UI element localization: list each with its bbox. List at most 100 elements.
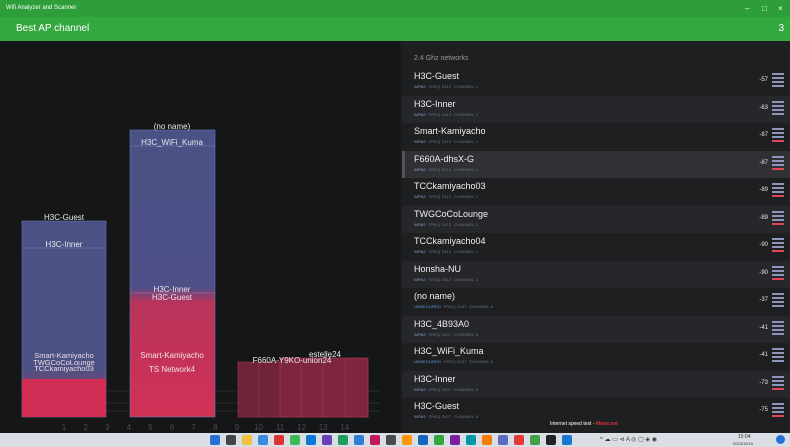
app-icon[interactable] [530, 435, 540, 445]
network-channel: CHANNEL 6 [454, 386, 479, 392]
network-frequency: FREQ 2437 [428, 386, 452, 392]
signal-strength: -73 [759, 379, 768, 386]
app-icon[interactable] [322, 435, 332, 445]
app-icon[interactable] [338, 435, 348, 445]
security-badge: WPA2 [414, 221, 426, 227]
signal-bars-icon [772, 238, 784, 254]
channel-12-bar[interactable] [279, 357, 369, 418]
network-frequency: FREQ 2412 [428, 249, 452, 254]
selection-indicator [402, 150, 405, 178]
network-details: WPA2 FREQ 2412 CHANNEL 1 [414, 139, 478, 144]
network-row[interactable]: F660A-dhsX-G WPA2 FREQ 2412 CHANNEL 1 -87 [402, 150, 790, 178]
network-details: UNSECURED FREQ 2437 CHANNEL 6 [414, 304, 493, 309]
app-icon[interactable] [386, 435, 396, 445]
wifi-analyzer-icon[interactable] [434, 435, 444, 445]
signal-strength: -57 [759, 77, 768, 83]
tray-icons[interactable]: ^ ☁ ▭ ⊲ A ◎ ▢ ◈ ◉ [600, 436, 657, 443]
signal-strength: -89 [759, 187, 768, 193]
speedtest-link[interactable]: Meter.net [596, 421, 618, 427]
app-icon[interactable] [498, 435, 508, 445]
maximize-button[interactable]: □ [762, 0, 767, 17]
channel-tick-label: 14 [340, 423, 349, 432]
app-icon[interactable] [354, 435, 364, 445]
app-icon[interactable] [466, 435, 476, 445]
app-icon[interactable] [482, 435, 492, 445]
network-row[interactable]: TCCkamiyacho03 WPA2 FREQ 2412 CHANNEL 1 -8… [402, 178, 790, 205]
app-icon[interactable] [514, 435, 524, 445]
network-row[interactable]: TCCkamiyacho04 WPA2 FREQ 2412 CHANNEL 1 -9… [402, 233, 790, 260]
network-frequency: FREQ 2412 [428, 111, 452, 117]
start-icon[interactable] [210, 435, 220, 445]
network-list[interactable]: 2.4 Ghz networks H3C-Guest WPA2 FREQ 2412… [402, 41, 790, 433]
app-icon[interactable] [546, 435, 556, 445]
app-icon[interactable] [418, 435, 428, 445]
channel-tick-label: 4 [127, 423, 132, 432]
bar-label: Smart-Kamiyacho [140, 351, 204, 360]
taskbar: ^ ☁ ▭ ⊲ A ◎ ▢ ◈ ◉ 15:04 2023/10/19 [0, 433, 790, 447]
network-row[interactable]: Honsha-NU WPA2 FREQ 2412 CHANNEL 1 -90 [402, 260, 790, 288]
signal-bars-icon [772, 155, 784, 172]
network-row[interactable]: H3C-Guest WPA2 FREQ 2412 CHANNEL 1 -57 [402, 68, 790, 95]
network-channel: CHANNEL 1 [454, 84, 479, 89]
app-icon[interactable] [274, 435, 284, 445]
channel-axis: 1 2 3 4 5 6 7 8 9 10 11 12 13 14 [62, 423, 350, 432]
signal-strength: -63 [759, 104, 768, 111]
clock-date[interactable]: 2023/10/19 [733, 441, 753, 446]
app-icon[interactable] [306, 435, 316, 445]
network-frequency: FREQ 2412 [428, 221, 452, 227]
network-frequency: FREQ 2412 [428, 166, 452, 172]
network-frequency: FREQ 2437 [443, 359, 467, 364]
app-icon[interactable] [290, 435, 300, 445]
security-badge: WPA2 [414, 194, 426, 199]
bar-label: H3C-Guest [152, 293, 193, 302]
network-row[interactable]: H3C_4B93A0 WPA2 FREQ 2437 CHANNEL 6 -41 [402, 315, 790, 343]
network-name: H3C_4B93A0 [414, 318, 470, 329]
signal-bars-icon [772, 348, 784, 364]
network-row[interactable]: H3C-Inner WPA2 FREQ 2412 CHANNEL 1 -63 [402, 95, 790, 123]
network-frequency: FREQ 2437 [443, 304, 467, 309]
network-channel: CHANNEL 1 [454, 221, 479, 227]
minimize-button[interactable]: – [745, 0, 749, 17]
app-title: Wifi Analyzer and Scanner [6, 5, 77, 11]
app-icon[interactable] [370, 435, 380, 445]
explorer-icon[interactable] [242, 435, 252, 445]
browser-icon[interactable] [258, 435, 268, 445]
channel-tick-label: 12 [297, 423, 306, 432]
network-row[interactable]: H3C-Inner WPA2 FREQ 2437 CHANNEL 6 -73 [402, 370, 790, 398]
network-channel: CHANNEL 1 [454, 276, 479, 282]
signal-bars-icon [772, 210, 784, 227]
network-frequency: FREQ 2412 [428, 276, 452, 282]
network-details: UNSECURED FREQ 2437 CHANNEL 6 [414, 359, 493, 364]
app-header: Best AP channel 3 [0, 17, 790, 41]
network-row[interactable]: (no name) UNSECURED FREQ 2437 CHANNEL 6 -3… [402, 288, 790, 315]
app-icon[interactable] [562, 435, 572, 445]
signal-bars-icon [772, 183, 784, 199]
bar-label: estelle24 [309, 350, 342, 359]
network-row[interactable]: Smart-Kamiyacho WPA2 FREQ 2412 CHANNEL 1 -… [402, 123, 790, 150]
speedtest-banner[interactable]: Internet speed test - Meter.net [550, 421, 618, 427]
network-channel: CHANNEL 6 [469, 304, 494, 309]
bar-label: H3C_WiFi_Kuma [141, 138, 203, 147]
security-badge: WPA2 [414, 386, 426, 392]
notification-icon[interactable] [776, 435, 785, 444]
search-icon[interactable] [226, 435, 236, 445]
clock-time[interactable]: 15:04 [738, 434, 751, 440]
app-icon[interactable] [450, 435, 460, 445]
channel-1-low-bar [22, 379, 106, 417]
signal-bars-icon [772, 293, 784, 309]
close-button[interactable]: × [778, 0, 783, 17]
bar-label: TS Network4 [149, 365, 196, 374]
network-row[interactable]: TWGCoCoLounge WPA2 FREQ 2412 CHANNEL 1 -89 [402, 205, 790, 233]
channel-tick-label: 10 [254, 423, 263, 432]
app-icon[interactable] [402, 435, 412, 445]
signal-bars-icon [772, 128, 784, 144]
signal-strength: -87 [759, 159, 768, 166]
security-badge: WPA2 [414, 331, 426, 337]
signal-strength: -41 [759, 352, 768, 358]
signal-strength: -37 [759, 297, 768, 303]
network-frequency: FREQ 2412 [428, 84, 452, 89]
network-details: WPA2 FREQ 2437 CHANNEL 6 [414, 414, 478, 419]
title-bar: Wifi Analyzer and Scanner – □ × [0, 0, 790, 17]
security-badge: UNSECURED [414, 304, 442, 309]
network-row[interactable]: H3C_WiFi_Kuma UNSECURED FREQ 2437 CHANNEL… [402, 343, 790, 370]
